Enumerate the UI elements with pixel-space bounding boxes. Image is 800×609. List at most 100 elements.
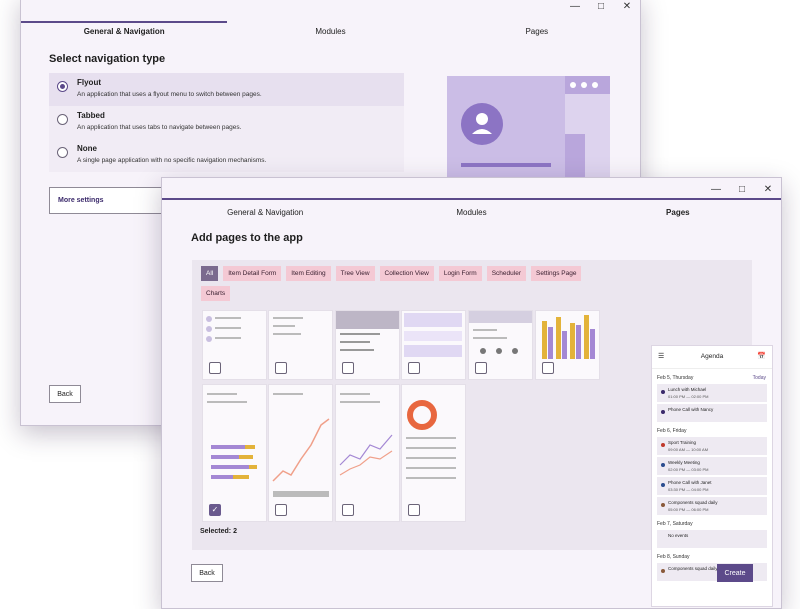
- page-thumbnail[interactable]: [268, 384, 333, 522]
- chip-item-editing[interactable]: Item Editing: [286, 266, 331, 281]
- chip-charts[interactable]: Charts: [201, 286, 231, 301]
- page-checkbox[interactable]: [275, 504, 287, 516]
- page-thumbnail[interactable]: [335, 310, 400, 380]
- maximize-icon[interactable]: □: [588, 0, 614, 17]
- event-title: Lunch with Michael: [668, 387, 707, 392]
- chip-settings-page[interactable]: Settings Page: [531, 266, 582, 281]
- tab-pages[interactable]: Pages: [434, 21, 640, 45]
- minimize-icon[interactable]: —: [562, 0, 588, 17]
- chip-tree-view[interactable]: Tree View: [335, 266, 375, 281]
- radio-none[interactable]: [57, 147, 68, 158]
- chip-item-detail-form[interactable]: Item Detail Form: [223, 266, 282, 281]
- tab-pages[interactable]: Pages: [575, 202, 781, 226]
- page-checkbox[interactable]: ✓: [209, 504, 221, 516]
- option-none[interactable]: None A single page application with no s…: [49, 139, 404, 172]
- page-checkbox[interactable]: [342, 504, 354, 516]
- event-time: 02:00 PM — 03:00 PM: [668, 467, 709, 472]
- page-thumbnail[interactable]: [401, 384, 466, 522]
- chip-collection-view[interactable]: Collection View: [379, 266, 434, 281]
- create-button[interactable]: Create: [717, 564, 753, 582]
- page-thumbnail[interactable]: [468, 310, 533, 380]
- radio-flyout[interactable]: [57, 81, 68, 92]
- agenda-event[interactable]: Sport Training 09:00 AM — 10:00 AM: [657, 437, 767, 455]
- calendar-icon: 📅: [757, 353, 766, 360]
- agenda-header: ☰ Agenda 📅: [652, 346, 772, 369]
- option-title: None: [77, 144, 97, 153]
- event-dot-icon: [661, 569, 665, 573]
- page-checkbox[interactable]: [275, 362, 287, 374]
- event-dot-icon: [661, 536, 665, 540]
- agenda-event[interactable]: Lunch with Michael 01:00 PM — 02:00 PM: [657, 384, 767, 402]
- event-title: Sport Training: [668, 440, 697, 445]
- event-title: Phone Call with Nancy: [668, 407, 714, 412]
- agenda-date: Feb 6, Friday: [657, 428, 772, 434]
- event-dot-icon: [661, 410, 665, 414]
- page-checkbox[interactable]: [342, 362, 354, 374]
- tab-general-navigation[interactable]: General & Navigation: [162, 202, 368, 226]
- agenda-event[interactable]: Phone Call with Janet 03:30 PM — 04:00 PM: [657, 477, 767, 495]
- close-icon[interactable]: ✕: [614, 0, 640, 17]
- page-checkbox[interactable]: [542, 362, 554, 374]
- event-time: 09:00 AM — 10:00 AM: [668, 447, 709, 452]
- chip-login-form[interactable]: Login Form: [438, 266, 482, 281]
- event-dot-icon: [661, 483, 665, 487]
- page-gallery: All Item Detail Form Item Editing Tree V…: [192, 260, 773, 607]
- flyout-illustration: [447, 76, 610, 186]
- agenda-date: Feb 5, Thursday Today: [657, 375, 772, 381]
- radio-tabbed[interactable]: [57, 114, 68, 125]
- agenda-event[interactable]: Weekly Meeting 02:00 PM — 03:00 PM: [657, 457, 767, 475]
- chip-all[interactable]: All: [201, 266, 219, 281]
- page-thumbnail[interactable]: [202, 310, 267, 380]
- wizard-tabs: General & Navigation Modules Pages: [162, 202, 781, 226]
- event-title: Phone Call with Janet: [668, 480, 712, 485]
- filter-chips: All Item Detail Form Item Editing Tree V…: [201, 266, 611, 301]
- pages-window: — □ ✕ General & Navigation Modules Pages…: [161, 177, 782, 609]
- chip-scheduler[interactable]: Scheduler: [486, 266, 526, 281]
- option-flyout[interactable]: Flyout An application that uses a flyout…: [49, 73, 404, 106]
- page-thumbnail[interactable]: [335, 384, 400, 522]
- page-checkbox[interactable]: [209, 362, 221, 374]
- page-thumbnail[interactable]: ✓: [202, 384, 267, 522]
- event-title: Components squad daily: [668, 566, 718, 571]
- maximize-icon[interactable]: □: [729, 178, 755, 200]
- page-title: Select navigation type: [49, 53, 166, 65]
- tab-modules[interactable]: Modules: [227, 21, 433, 45]
- event-dot-icon: [661, 503, 665, 507]
- agenda-date: Feb 7, Saturday: [657, 521, 772, 527]
- window-controls: — □ ✕: [703, 178, 781, 200]
- agenda-date: Feb 8, Sunday: [657, 554, 772, 560]
- navigation-options: Flyout An application that uses a flyout…: [49, 73, 404, 172]
- agenda-date-label: Feb 8, Sunday: [657, 554, 690, 560]
- page-thumbnail[interactable]: [268, 310, 333, 380]
- event-title: Weekly Meeting: [668, 460, 700, 465]
- event-dot-icon: [661, 463, 665, 467]
- agenda-event[interactable]: Phone Call with Nancy: [657, 404, 767, 422]
- option-description: An application that uses tabs to navigat…: [77, 124, 242, 131]
- minimize-icon[interactable]: —: [703, 178, 729, 200]
- agenda-date-label: Feb 7, Saturday: [657, 521, 693, 527]
- option-title: Flyout: [77, 78, 101, 87]
- page-checkbox[interactable]: [408, 362, 420, 374]
- agenda-preview[interactable]: ☰ Agenda 📅 Feb 5, Thursday Today Lunch wit…: [651, 345, 773, 607]
- option-tabbed[interactable]: Tabbed An application that uses tabs to …: [49, 106, 404, 139]
- page-thumbnail[interactable]: [535, 310, 600, 380]
- agenda-date-label: Feb 5, Thursday: [657, 375, 694, 381]
- window-controls: — □ ✕: [562, 0, 640, 17]
- back-button[interactable]: Back: [49, 385, 81, 403]
- agenda-event[interactable]: Components squad daily 05:00 PM — 06:00 P…: [657, 497, 767, 515]
- event-title: Components squad daily: [668, 500, 718, 505]
- page-checkbox[interactable]: [475, 362, 487, 374]
- option-description: A single page application with no specif…: [77, 157, 267, 164]
- back-button[interactable]: Back: [191, 564, 223, 582]
- tab-general-navigation[interactable]: General & Navigation: [21, 21, 228, 45]
- tab-modules[interactable]: Modules: [368, 202, 574, 226]
- page-title: Add pages to the app: [191, 232, 303, 244]
- page-thumbnail[interactable]: [401, 310, 466, 380]
- page-checkbox[interactable]: [408, 504, 420, 516]
- agenda-list: Feb 5, Thursday Today Lunch with Michael 01…: [652, 375, 772, 581]
- option-title: Tabbed: [77, 111, 105, 120]
- tabs-progress-bar: [162, 198, 781, 200]
- option-description: An application that uses a flyout menu t…: [77, 91, 262, 98]
- agenda-event[interactable]: No events: [657, 530, 767, 548]
- close-icon[interactable]: ✕: [755, 178, 781, 200]
